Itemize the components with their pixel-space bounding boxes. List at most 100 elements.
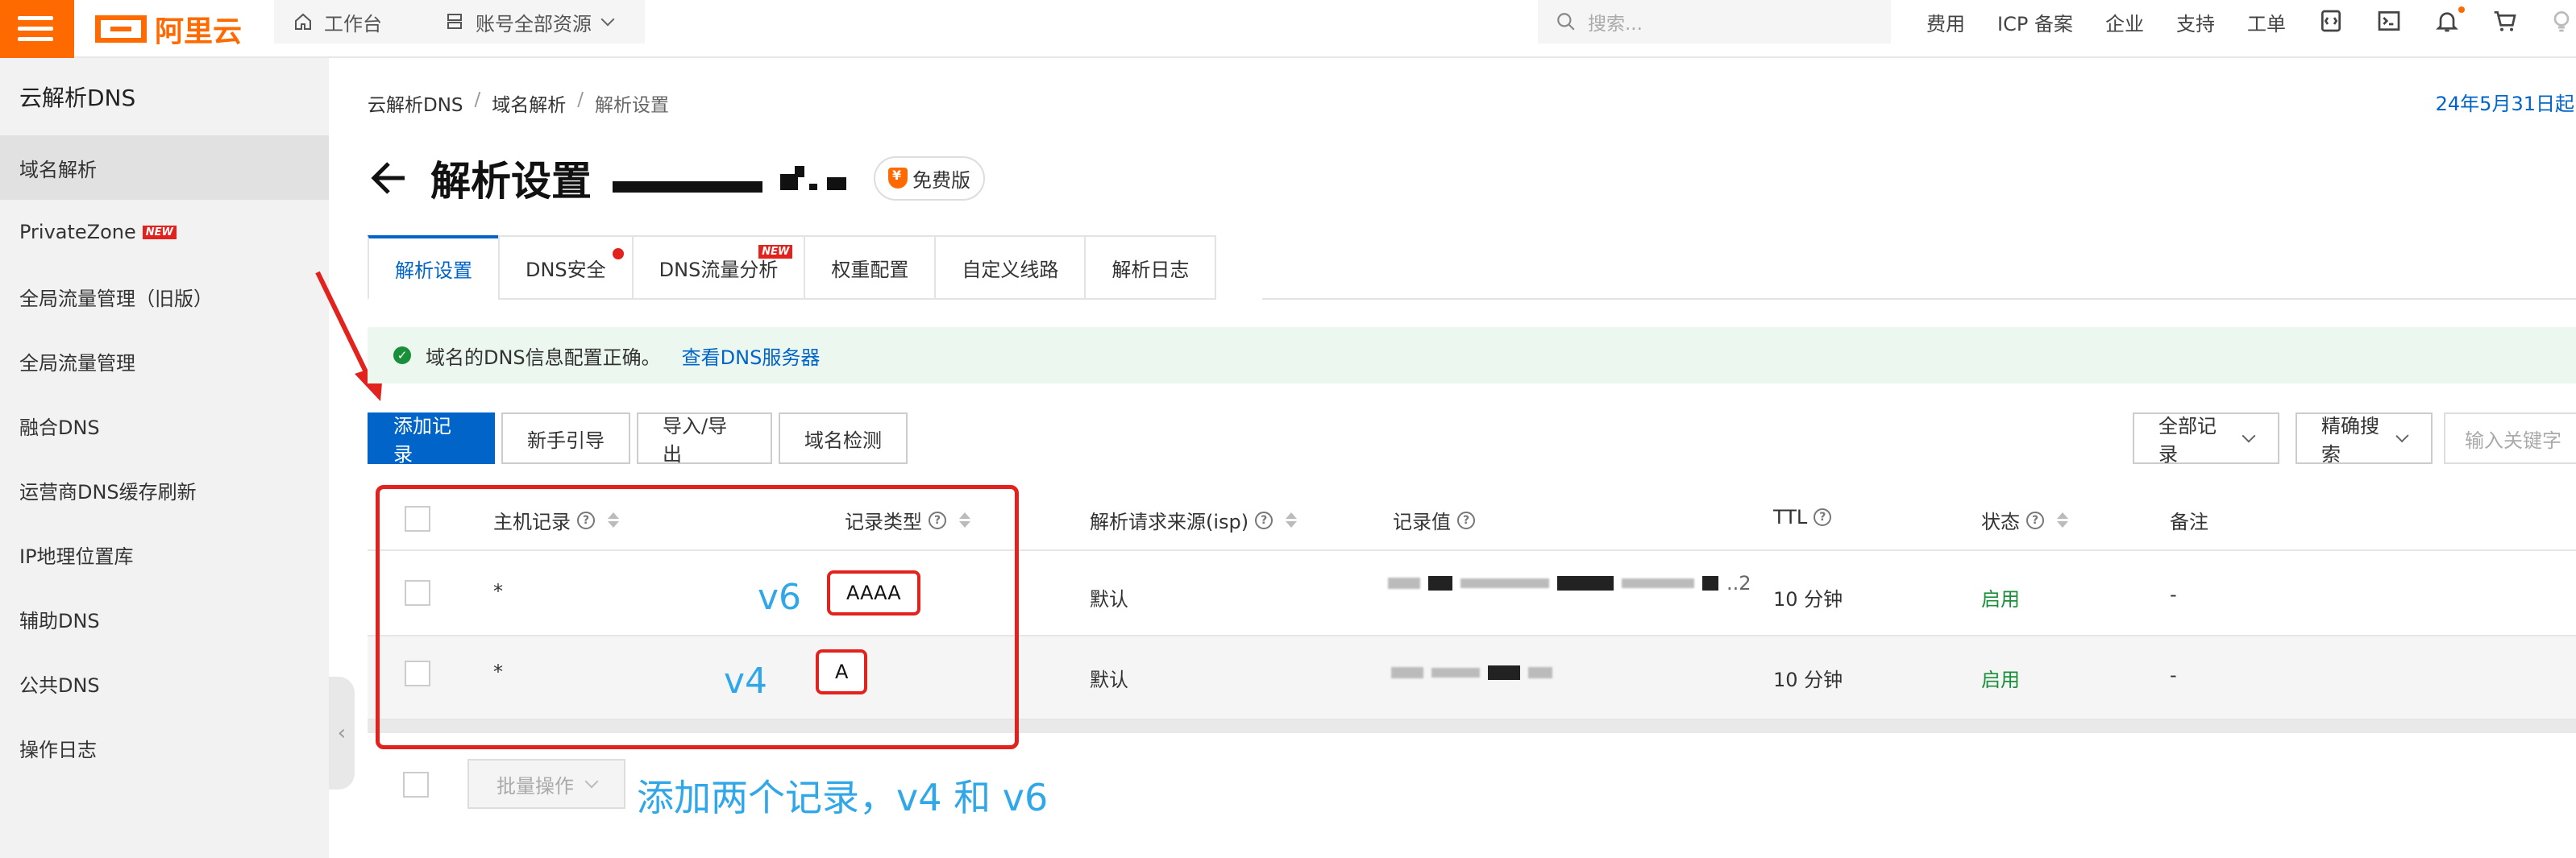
new-badge: NEW <box>758 245 793 259</box>
sidebar-item-gtm-legacy[interactable]: 全局流量管理（旧版） <box>0 264 329 329</box>
breadcrumb-item[interactable]: 域名解析 <box>492 89 566 117</box>
tab-weight-config[interactable]: 权重配置 <box>804 235 935 300</box>
sort-icon[interactable] <box>1286 512 1298 528</box>
sidebar-item-label: 域名解析 <box>19 158 97 181</box>
sidebar-item-cache-refresh[interactable]: 运营商DNS缓存刷新 <box>0 458 329 522</box>
edition-badge: 免费版 <box>874 155 985 201</box>
keyword-search-input[interactable]: 输入关键字 <box>2444 412 2576 464</box>
nav-billing[interactable]: 费用 <box>1926 8 1965 36</box>
page-title: 解析设置 <box>430 158 592 205</box>
cart-icon[interactable] <box>2491 6 2520 35</box>
batch-operation-button[interactable]: 批量操作 <box>467 759 625 809</box>
nav-enterprise[interactable]: 企业 <box>2105 8 2144 36</box>
import-export-button[interactable]: 导入/导出 <box>637 412 772 466</box>
shield-icon <box>888 168 908 189</box>
logo-text: 阿里云 <box>155 15 243 48</box>
sidebar-title: 云解析DNS <box>19 85 136 111</box>
sidebar-item-label: 全局流量管理（旧版） <box>19 287 213 310</box>
sidebar: 云解析DNS 域名解析 PrivateZone NEW 全局流量管理（旧版） 全… <box>0 58 329 858</box>
help-icon[interactable]: ? <box>1814 508 1832 526</box>
aliyun-logo[interactable]: 阿里云 <box>95 10 242 48</box>
sidebar-item-ip-geo[interactable]: IP地理位置库 <box>0 522 329 587</box>
tab-label: 权重配置 <box>831 258 909 281</box>
domain-name-redacted <box>613 163 853 193</box>
lightbulb-icon[interactable] <box>2547 6 2576 35</box>
top-bar: 阿里云 工作台 账号全部资源 搜索... 费用 ICP 备案 企业 支持 工单 <box>0 0 2576 58</box>
sidebar-item-label: 辅助DNS <box>19 609 100 632</box>
sidebar-item-label: 融合DNS <box>19 416 100 439</box>
beginner-guide-button[interactable]: 新手引导 <box>501 412 630 464</box>
sidebar-item-label: 全局流量管理 <box>19 351 135 375</box>
tab-label: 自定义线路 <box>962 258 1059 281</box>
nav-ticket[interactable]: 工单 <box>2247 8 2286 36</box>
annotation-caption: 添加两个记录，v4 和 v6 <box>637 776 1049 819</box>
help-icon[interactable]: ? <box>1255 511 1273 529</box>
add-record-label: 添加记录 <box>393 415 451 466</box>
col-isp[interactable]: 解析请求来源(isp) ? <box>1090 506 1298 534</box>
help-icon[interactable]: ? <box>2026 511 2044 529</box>
resource-scope-label: 账号全部资源 <box>476 12 592 35</box>
sidebar-item-label: 运营商DNS缓存刷新 <box>19 480 197 504</box>
global-search-input[interactable]: 搜索... <box>1538 0 1891 44</box>
record-filter-select[interactable]: 全部记录 <box>2133 412 2279 466</box>
col-value: 记录值 ? <box>1393 506 1475 534</box>
tab-dns-traffic-analysis[interactable]: DNS流量分析 NEW <box>631 235 804 300</box>
sidebar-item-fusion-dns[interactable]: 融合DNS <box>0 393 329 458</box>
search-placeholder: 搜索... <box>1588 14 1643 35</box>
chevron-down-icon <box>2242 429 2256 443</box>
terminal-icon[interactable] <box>2374 6 2404 35</box>
col-ttl: TTL ? <box>1773 506 1832 528</box>
chevron-down-icon <box>600 12 615 27</box>
sidebar-item-label: 操作日志 <box>19 738 97 761</box>
cell-isp: 默认 <box>1090 669 1128 691</box>
tab-custom-line[interactable]: 自定义线路 <box>934 235 1085 300</box>
breadcrumb-separator: / <box>577 89 584 110</box>
batch-operation-label: 批量操作 <box>497 774 574 798</box>
workbench-button[interactable]: 工作台 <box>274 0 435 44</box>
col-isp-label: 解析请求来源(isp) <box>1090 511 1249 533</box>
domain-check-label: 域名检测 <box>804 429 882 452</box>
col-status[interactable]: 状态 ? <box>1981 506 2068 534</box>
col-status-label: 状态 <box>1981 511 2020 533</box>
cell-ttl: 10 分钟 <box>1773 588 1843 611</box>
workbench-label: 工作台 <box>324 12 382 35</box>
add-record-button[interactable]: 添加记录 <box>368 412 495 466</box>
date-notice-link[interactable]: 24年5月31日起 <box>2436 88 2574 116</box>
nav-support[interactable]: 支持 <box>2176 8 2215 36</box>
col-value-label: 记录值 <box>1393 511 1451 533</box>
bottom-select-all-checkbox[interactable] <box>403 772 429 798</box>
view-dns-servers-link[interactable]: 查看DNS服务器 <box>682 342 821 370</box>
breadcrumb-separator: / <box>474 89 481 110</box>
sidebar-item-domain-resolution[interactable]: 域名解析 <box>0 135 329 200</box>
cell-ttl: 10 分钟 <box>1773 669 1843 691</box>
sort-icon[interactable] <box>2057 512 2068 528</box>
breadcrumb-item[interactable]: 云解析DNS <box>368 89 463 117</box>
sidebar-item-operation-log[interactable]: 操作日志 <box>0 715 329 780</box>
sidebar-item-public-dns[interactable]: 公共DNS <box>0 651 329 715</box>
search-mode-select[interactable]: 精确搜索 <box>2296 412 2433 466</box>
sidebar-collapse-handle[interactable]: ‹ <box>329 677 355 790</box>
server-icon <box>447 14 462 29</box>
home-icon <box>295 13 311 30</box>
sidebar-item-label: 公共DNS <box>19 674 100 697</box>
resource-scope-dropdown[interactable]: 账号全部资源 <box>426 0 645 44</box>
help-icon[interactable]: ? <box>1457 511 1475 529</box>
notification-bell-icon[interactable] <box>2433 6 2465 35</box>
nav-icp[interactable]: ICP 备案 <box>1997 8 2073 36</box>
menu-icon[interactable] <box>0 0 74 58</box>
tab-dns-security[interactable]: DNS安全 <box>498 235 632 300</box>
sidebar-item-label: PrivateZone <box>19 221 136 243</box>
sidebar-item-privatezone[interactable]: PrivateZone NEW <box>0 200 329 264</box>
cell-value-suffix: ..2 <box>1726 572 1751 595</box>
sidebar-item-gtm[interactable]: 全局流量管理 <box>0 329 329 393</box>
red-dot-indicator <box>612 248 624 259</box>
col-remark-label: 备注 <box>2170 511 2208 533</box>
sidebar-item-secondary-dns[interactable]: 辅助DNS <box>0 587 329 651</box>
breadcrumb: 云解析DNS / 域名解析 / 解析设置 <box>368 89 669 117</box>
cell-isp: 默认 <box>1090 588 1128 611</box>
back-arrow-icon[interactable] <box>368 157 409 199</box>
code-icon[interactable] <box>2316 6 2345 35</box>
tab-resolution-log[interactable]: 解析日志 <box>1084 235 1217 300</box>
domain-check-button[interactable]: 域名检测 <box>779 412 908 464</box>
highlight-box-annotation <box>376 485 1019 749</box>
